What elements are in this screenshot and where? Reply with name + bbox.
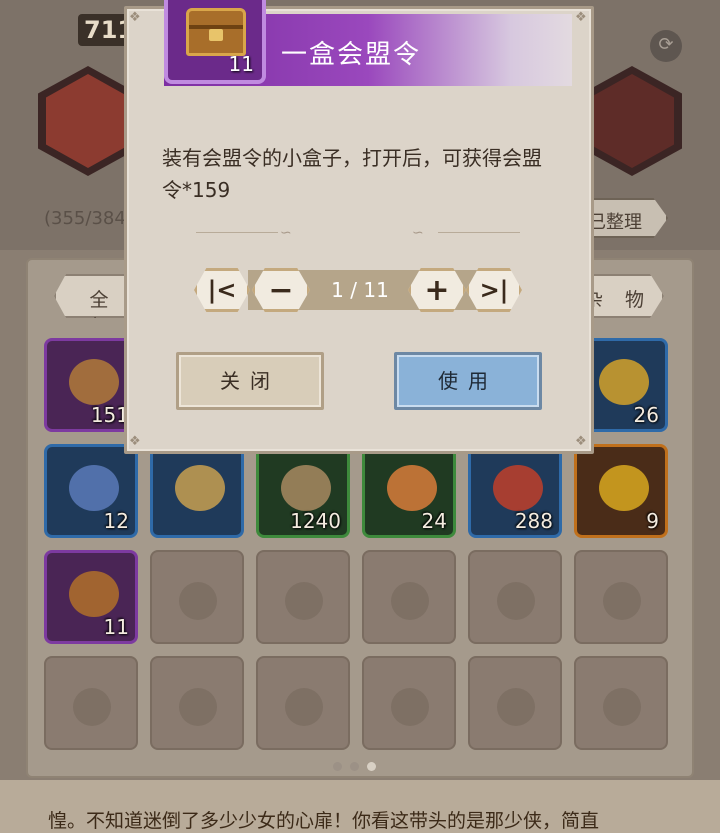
dragon-icon	[46, 74, 130, 168]
corner-ornament: ❖	[129, 10, 141, 25]
item-art-icon	[175, 465, 225, 511]
bag-capacity: (355/384	[44, 208, 126, 229]
quantity-value: 1 / 11	[331, 278, 389, 302]
filter-all-tab[interactable]: 全 部	[54, 274, 134, 318]
inventory-slot[interactable]	[44, 656, 138, 750]
inventory-slot[interactable]: 288	[468, 444, 562, 538]
slot-quantity: 9	[646, 509, 659, 533]
item-art-icon	[281, 465, 331, 511]
close-button[interactable]: 关闭	[176, 352, 324, 410]
slot-quantity: 288	[514, 509, 553, 533]
corner-ornament: ❖	[575, 10, 587, 25]
page-indicator	[333, 762, 376, 771]
inventory-slot[interactable]: 24	[362, 444, 456, 538]
item-icon-frame: 11	[164, 0, 266, 84]
divider-left: ∽	[196, 225, 306, 241]
skip-first-icon: |<	[207, 276, 237, 304]
inventory-slot[interactable]	[362, 656, 456, 750]
plus-icon: +	[424, 272, 450, 308]
inventory-slot[interactable]	[468, 656, 562, 750]
story-text: 惶。不知道迷倒了多少少女的心扉！你看这带头的是那少侠，简直	[48, 810, 600, 832]
item-art-icon	[69, 571, 119, 617]
inventory-slot[interactable]: 9	[574, 444, 668, 538]
item-quantity: 11	[228, 52, 254, 76]
page-dot[interactable]	[333, 762, 342, 771]
inventory-slot[interactable]	[468, 550, 562, 644]
treasure-chest-icon	[186, 8, 246, 56]
item-art-icon	[69, 359, 119, 405]
minus-icon: −	[268, 272, 294, 308]
page-dot[interactable]	[350, 762, 359, 771]
inventory-slot[interactable]	[574, 656, 668, 750]
page-dot[interactable]	[367, 762, 376, 771]
inventory-slot[interactable]: 12	[44, 444, 138, 538]
inventory-slot[interactable]: 11	[44, 550, 138, 644]
inventory-slot[interactable]	[574, 550, 668, 644]
inventory-slot[interactable]	[150, 444, 244, 538]
item-art-icon	[599, 359, 649, 405]
slot-quantity: 12	[103, 509, 129, 533]
inventory-slot[interactable]: 1240	[256, 444, 350, 538]
inventory-slot[interactable]	[256, 550, 350, 644]
skip-last-icon: >|	[479, 276, 509, 304]
item-art-icon	[387, 465, 437, 511]
inventory-slot[interactable]	[362, 550, 456, 644]
slot-quantity: 11	[103, 615, 129, 639]
slot-quantity: 26	[633, 403, 659, 427]
inventory-slot[interactable]	[150, 656, 244, 750]
corner-ornament: ❖	[575, 434, 587, 449]
item-description: 装有会盟令的小盒子，打开后，可获得会盟令*159	[162, 146, 542, 202]
slot-quantity: 1240	[290, 509, 341, 533]
inventory-slot[interactable]	[150, 550, 244, 644]
corner-ornament: ❖	[129, 434, 141, 449]
beast-icon	[590, 74, 674, 168]
item-art-icon	[493, 465, 543, 511]
inventory-slot[interactable]	[256, 656, 350, 750]
item-art-icon	[69, 465, 119, 511]
dialog-title: 一盒会盟令	[281, 40, 422, 70]
use-button[interactable]: 使用	[394, 352, 542, 410]
slot-quantity: 24	[421, 509, 447, 533]
refresh-icon[interactable]: ⟳	[650, 30, 682, 62]
item-art-icon	[599, 465, 649, 511]
divider-right: ∽	[412, 225, 522, 241]
